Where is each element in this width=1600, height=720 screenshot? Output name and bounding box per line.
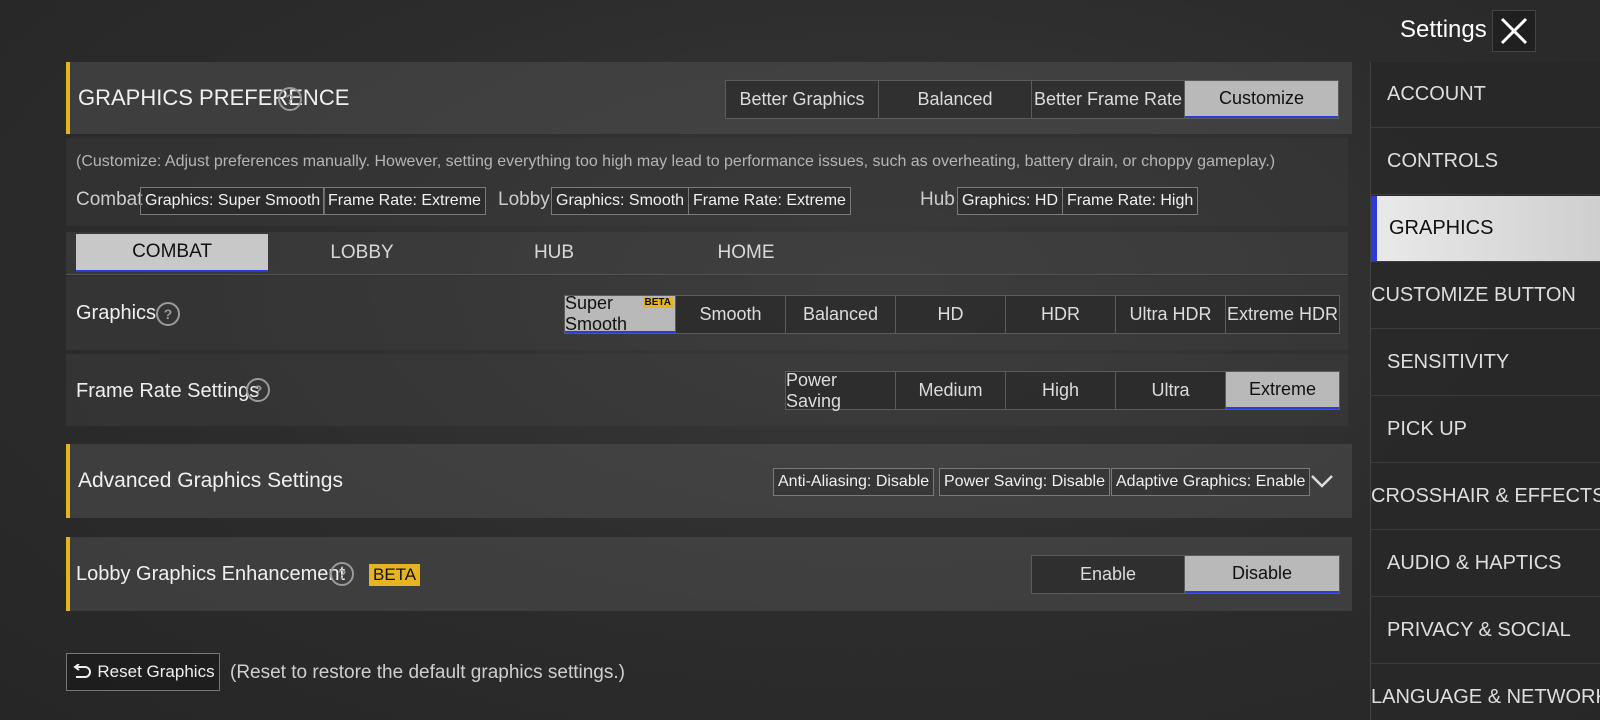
summary-hub-label: Hub <box>920 189 955 210</box>
graphics-label: Graphics <box>76 302 157 324</box>
sidebar-item-pick-up[interactable]: PICK UP <box>1371 397 1600 463</box>
help-icon[interactable]: ? <box>156 302 180 326</box>
summary-lobby-framerate: Frame Rate: Extreme <box>688 187 851 215</box>
frame-rate-ultra[interactable]: Ultra <box>1116 372 1226 409</box>
summary-hub-graphics: Graphics: HD <box>957 187 1064 215</box>
sidebar-item-audio-haptics[interactable]: AUDIO & HAPTICS <box>1371 531 1600 597</box>
sidebar-item-graphics[interactable]: GRAPHICS <box>1371 196 1600 262</box>
close-button[interactable] <box>1492 10 1536 52</box>
page-title: Settings <box>1400 16 1487 43</box>
frame-rate-extreme[interactable]: Extreme <box>1226 372 1339 409</box>
expand-button[interactable] <box>1308 468 1336 494</box>
graphics-ultra-hdr[interactable]: Ultra HDR <box>1116 296 1226 333</box>
graphics-preference-title: GRAPHICS PREFERENCE <box>78 85 350 110</box>
chevron-down-icon <box>1311 475 1333 488</box>
adaptive-graphics-chip: Adaptive Graphics: Enable <box>1111 468 1311 496</box>
summary-hub-framerate: Frame Rate: High <box>1062 187 1199 215</box>
advanced-graphics-title: Advanced Graphics Settings <box>78 469 343 492</box>
reset-graphics-button[interactable]: Reset Graphics <box>66 653 220 691</box>
summary-combat-framerate: Frame Rate: Extreme <box>323 187 486 215</box>
sidebar-item-crosshair-effects[interactable]: CROSSHAIR & EFFECTS <box>1371 464 1600 530</box>
graphics-balanced[interactable]: Balanced <box>786 296 896 333</box>
summary-lobby-graphics: Graphics: Smooth <box>551 187 690 215</box>
frame-rate-power-saving[interactable]: Power Saving <box>786 370 896 411</box>
help-icon[interactable]: ? <box>278 87 302 111</box>
help-icon[interactable]: ? <box>330 562 354 586</box>
lobby-enhancement-enable[interactable]: Enable <box>1032 556 1185 593</box>
frame-rate-medium[interactable]: Medium <box>896 372 1006 409</box>
sidebar-item-language-network[interactable]: LANGUAGE & NETWORK <box>1371 665 1600 720</box>
customize-note: (Customize: Adjust preferences manually.… <box>76 153 1276 170</box>
sidebar-item-privacy-social[interactable]: PRIVACY & SOCIAL <box>1371 598 1600 664</box>
settings-sidebar: ACCOUNT CONTROLS GRAPHICS CUSTOMIZE BUTT… <box>1370 62 1600 720</box>
reset-hint: (Reset to restore the default graphics s… <box>230 662 625 683</box>
lobby-enhancement-disable[interactable]: Disable <box>1185 556 1339 593</box>
graphics-extreme-hdr[interactable]: Extreme HDR <box>1226 296 1339 333</box>
graphics-quality-selector: Super Smooth BETA Smooth Balanced HD HDR… <box>564 293 1340 334</box>
beta-badge: BETA <box>642 297 673 308</box>
preference-better-graphics[interactable]: Better Graphics <box>726 81 879 118</box>
reset-graphics-label: Reset Graphics <box>97 662 215 681</box>
graphics-super-smooth[interactable]: Super Smooth BETA <box>565 293 676 334</box>
frame-rate-label: Frame Rate Settings <box>76 380 260 402</box>
sidebar-item-account[interactable]: ACCOUNT <box>1371 62 1600 128</box>
preference-better-frame-rate[interactable]: Better Frame Rate <box>1032 81 1185 118</box>
preference-balanced[interactable]: Balanced <box>879 81 1032 118</box>
preference-customize[interactable]: Customize <box>1185 81 1338 118</box>
graphics-smooth[interactable]: Smooth <box>676 296 786 333</box>
sidebar-item-controls[interactable]: CONTROLS <box>1371 129 1600 195</box>
anti-aliasing-chip: Anti-Aliasing: Disable <box>773 468 935 496</box>
undo-icon <box>73 664 92 678</box>
summary-lobby-label: Lobby <box>498 189 550 210</box>
graphics-hdr[interactable]: HDR <box>1006 296 1116 333</box>
sidebar-item-sensitivity[interactable]: SENSITIVITY <box>1371 330 1600 396</box>
frame-rate-high[interactable]: High <box>1006 372 1116 409</box>
summary-combat-graphics: Graphics: Super Smooth <box>140 187 326 215</box>
beta-badge: BETA <box>369 564 421 586</box>
summary-combat-label: Combat <box>76 189 143 210</box>
sidebar-item-customize-button[interactable]: CUSTOMIZE BUTTON <box>1371 263 1600 329</box>
lobby-enhancement-selector: Enable Disable <box>1031 555 1340 594</box>
help-icon[interactable]: ? <box>246 378 270 402</box>
tab-hub[interactable]: HUB <box>458 234 650 272</box>
frame-rate-selector: Power Saving Medium High Ultra Extreme <box>785 370 1340 411</box>
tab-home[interactable]: HOME <box>650 234 842 272</box>
graphics-hd[interactable]: HD <box>896 296 1006 333</box>
tab-combat[interactable]: COMBAT <box>76 234 268 272</box>
tab-lobby[interactable]: LOBBY <box>266 234 458 272</box>
close-icon <box>1500 17 1528 45</box>
lobby-enhancement-label: Lobby Graphics Enhancement <box>76 563 346 585</box>
graphics-preference-selector: Better Graphics Balanced Better Frame Ra… <box>725 80 1339 119</box>
power-saving-chip: Power Saving: Disable <box>939 468 1110 496</box>
